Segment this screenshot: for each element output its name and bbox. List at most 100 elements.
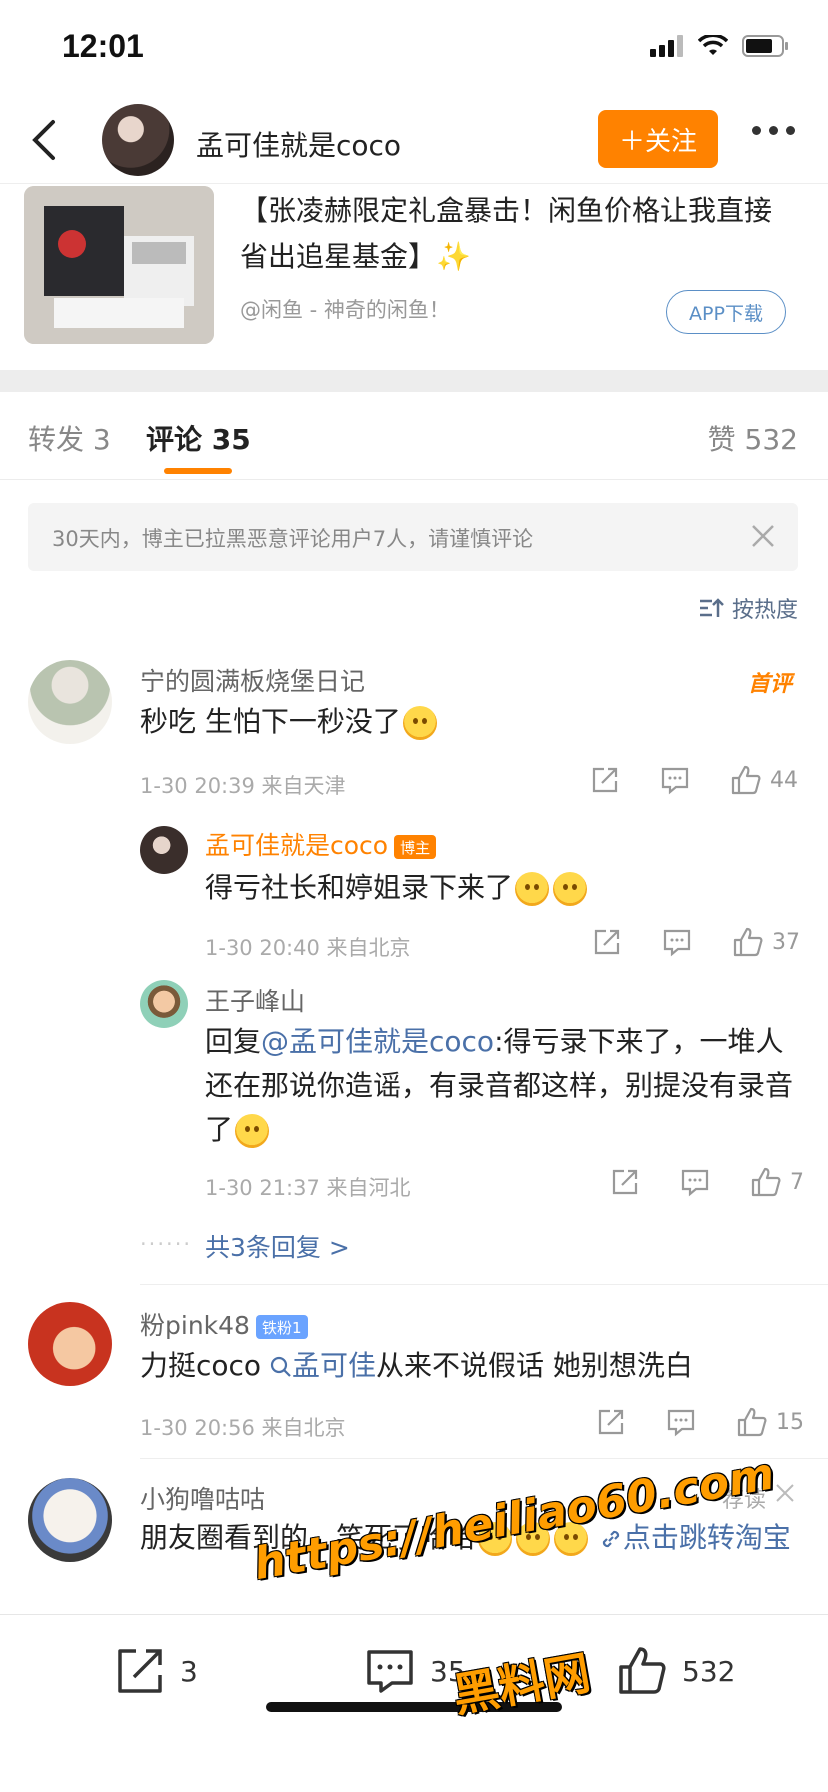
app-download-button[interactable]: APP下载 bbox=[666, 290, 786, 334]
comment-icon bbox=[661, 767, 689, 795]
wifi-icon bbox=[698, 35, 728, 55]
reply-button[interactable] bbox=[680, 1167, 710, 1197]
thumbs-up-icon bbox=[737, 1407, 767, 1437]
reply-button[interactable] bbox=[666, 1407, 696, 1437]
comment-meta: 1-30 20:56 来自北京 bbox=[140, 1416, 346, 1440]
avatar[interactable] bbox=[28, 1302, 112, 1386]
share-icon bbox=[612, 1169, 638, 1195]
thumbs-up-icon bbox=[731, 765, 761, 795]
close-icon[interactable] bbox=[748, 521, 778, 551]
ad-title[interactable]: 【张凌赫限定礼盒暴击！闲鱼价格让我直接省出追星基金】✨ bbox=[240, 188, 780, 280]
more-button[interactable] bbox=[752, 126, 795, 135]
like-button[interactable]: 7 bbox=[750, 1166, 804, 1198]
chevron-left-icon bbox=[32, 120, 55, 160]
fan-badge: 铁粉1 bbox=[255, 1315, 308, 1339]
follow-button[interactable]: ＋关注 bbox=[598, 110, 718, 168]
ad-card[interactable]: 【张凌赫限定礼盒暴击！闲鱼价格让我直接省出追星基金】✨ @闲鱼 - 神奇的闲鱼！… bbox=[0, 184, 828, 370]
comment-actions: 15 bbox=[596, 1406, 804, 1438]
comment-divider bbox=[140, 1284, 828, 1285]
author-name[interactable]: 孟可佳就是coco bbox=[196, 124, 401, 164]
avatar[interactable] bbox=[140, 826, 188, 874]
share-button[interactable] bbox=[590, 765, 620, 795]
search-link[interactable]: 孟可佳 bbox=[270, 1349, 376, 1382]
sort-button[interactable]: 按热度 bbox=[698, 592, 798, 624]
share-button[interactable] bbox=[610, 1167, 640, 1197]
comment-text-content: 朋友圈看到的，笑死了哈哈 bbox=[140, 1521, 477, 1554]
reply-prefix: 回复 bbox=[205, 1025, 262, 1058]
reply-actions: 7 bbox=[610, 1166, 804, 1198]
like-count: 15 bbox=[776, 1409, 804, 1435]
comment-icon bbox=[681, 1169, 709, 1197]
laughing-emoji-icon bbox=[516, 1522, 551, 1556]
notice-text: 30天内，博主已拉黑恶意评论用户7人，请谨慎评论 bbox=[52, 527, 534, 551]
status-bar: 12:01 bbox=[0, 0, 828, 96]
reply-text-content: 得亏社长和婷姐录下来了 bbox=[205, 871, 514, 904]
comment-author-name: 粉pink48 bbox=[140, 1311, 250, 1340]
dismiss-icon[interactable] bbox=[774, 1482, 796, 1508]
first-comment-tag: 首评 bbox=[747, 672, 792, 697]
avatar[interactable] bbox=[28, 660, 112, 744]
link-icon bbox=[602, 1530, 620, 1548]
laughing-emoji-icon bbox=[478, 1522, 513, 1556]
share-button[interactable] bbox=[592, 927, 622, 957]
comment-text: 秒吃 生怕下一秒没了 bbox=[140, 700, 439, 744]
like-post-button[interactable]: 532 bbox=[616, 1645, 735, 1697]
back-button[interactable] bbox=[18, 114, 70, 166]
comment-text-content: 秒吃 生怕下一秒没了 bbox=[140, 705, 401, 738]
comment-text: 力挺coco 孟可佳从来不说假话 她别想洗白 bbox=[140, 1344, 693, 1388]
comment-actions: 44 bbox=[590, 764, 798, 796]
more-replies-link[interactable]: 共3条回复 > bbox=[205, 1228, 350, 1264]
reply-text: 回复@孟可佳就是coco:得亏录下来了，一堆人还在那说你造谣，有录音都这样，别提… bbox=[205, 1020, 795, 1152]
comment-text-prefix: 力挺coco bbox=[140, 1349, 270, 1382]
reply-author[interactable]: 孟可佳就是coco 博主 bbox=[205, 826, 437, 862]
comment-meta: 1-30 20:39 来自天津 bbox=[140, 774, 346, 798]
reply-button[interactable] bbox=[660, 765, 690, 795]
repost-count: 3 bbox=[180, 1654, 198, 1688]
profile-header: 孟可佳就是coco ＋关注 bbox=[0, 96, 828, 184]
smile-emoji-icon bbox=[235, 1114, 270, 1148]
repost-button[interactable]: 3 bbox=[114, 1645, 198, 1697]
comment-author[interactable]: 小狗噜咕咕 bbox=[140, 1480, 265, 1516]
reply-actions: 37 bbox=[592, 926, 800, 958]
blogger-badge: 博主 bbox=[394, 835, 437, 859]
reply-button[interactable] bbox=[662, 927, 692, 957]
avatar[interactable] bbox=[28, 1478, 112, 1562]
reply-text: 得亏社长和婷姐录下来了 bbox=[205, 866, 589, 910]
thumbs-up-icon bbox=[733, 927, 763, 957]
comment-divider bbox=[140, 1458, 828, 1459]
dotted-line: ······ bbox=[140, 1232, 193, 1256]
share-button[interactable] bbox=[596, 1407, 626, 1437]
tab-repost[interactable]: 转发 3 bbox=[28, 418, 111, 458]
crying-emoji-icon bbox=[402, 706, 437, 740]
reply-meta: 1-30 20:40 来自北京 bbox=[205, 936, 411, 960]
thumbs-up-icon bbox=[619, 1647, 666, 1694]
like-button[interactable]: 15 bbox=[736, 1406, 804, 1438]
tab-comments[interactable]: 评论 35 bbox=[146, 418, 251, 458]
ad-source: @闲鱼 - 神奇的闲鱼！ bbox=[240, 298, 450, 322]
like-count: 44 bbox=[770, 767, 798, 793]
tab-likes[interactable]: 赞 532 bbox=[708, 418, 798, 458]
comment-author[interactable]: 粉pink48 铁粉1 bbox=[140, 1306, 308, 1342]
taobao-link[interactable]: 点击跳转淘宝 bbox=[599, 1521, 791, 1554]
comment-author[interactable]: 宁的圆满板烧堡日记 bbox=[140, 662, 365, 698]
laughing-crying-emoji-icon bbox=[515, 872, 550, 906]
like-button[interactable]: 37 bbox=[732, 926, 800, 958]
bottom-action-bar: 3 35 532 bbox=[0, 1614, 828, 1730]
blocklist-notice: 30天内，博主已拉黑恶意评论用户7人，请谨慎评论 bbox=[28, 503, 798, 571]
mention-link[interactable]: @孟可佳就是coco bbox=[261, 1025, 494, 1058]
section-separator bbox=[0, 370, 828, 392]
like-count: 532 bbox=[682, 1654, 736, 1688]
avatar[interactable] bbox=[140, 980, 188, 1028]
share-icon bbox=[118, 1649, 162, 1693]
like-count: 37 bbox=[772, 929, 800, 955]
laughing-emoji-icon bbox=[554, 1522, 589, 1556]
comment-icon bbox=[663, 929, 691, 957]
like-button[interactable]: 44 bbox=[730, 764, 798, 796]
reply-meta: 1-30 21:37 来自河北 bbox=[205, 1176, 411, 1200]
reply-author[interactable]: 王子峰山 bbox=[205, 982, 305, 1018]
tab-active-indicator bbox=[164, 468, 232, 474]
battery-icon bbox=[742, 35, 788, 57]
author-avatar[interactable] bbox=[102, 104, 174, 176]
status-icons bbox=[650, 34, 790, 58]
taobao-link-text: 点击跳转淘宝 bbox=[622, 1521, 791, 1554]
